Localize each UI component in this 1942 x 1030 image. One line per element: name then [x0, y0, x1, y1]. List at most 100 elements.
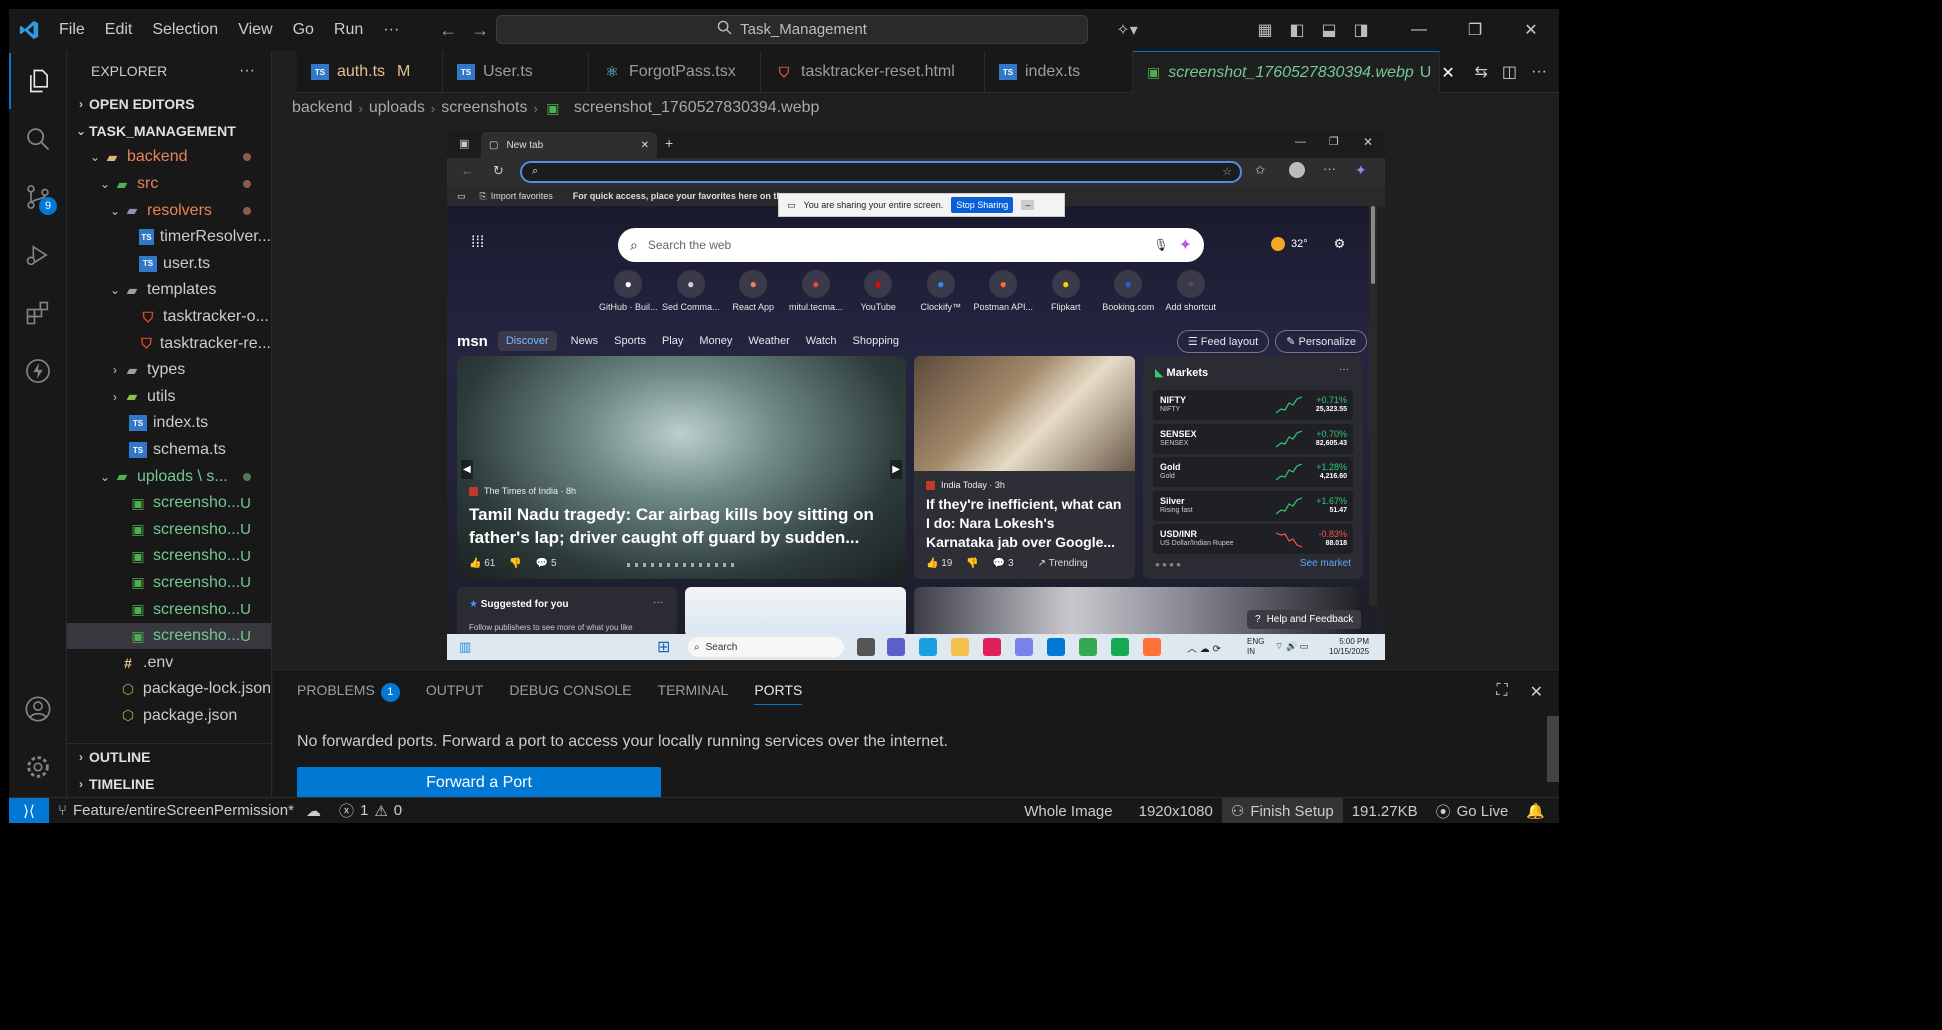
- tree-item-timerresolver[interactable]: TS timerResolver...: [67, 224, 271, 251]
- explorer-more-icon[interactable]: ···: [239, 62, 255, 80]
- thunder-client-activity-icon[interactable]: [9, 343, 67, 399]
- tree-item-screenshot-1[interactable]: ▣ screensho... U: [67, 490, 271, 517]
- tab-index-ts[interactable]: TS index.ts: [985, 51, 1133, 93]
- problems-status[interactable]: ⓧ 1 ⚠ 0: [330, 800, 411, 821]
- menu-view[interactable]: View: [228, 21, 282, 39]
- breadcrumb-item[interactable]: screenshots: [441, 99, 527, 117]
- carousel-dots: [627, 563, 737, 567]
- tab-terminal[interactable]: TERMINAL: [658, 682, 729, 705]
- remote-indicator-icon[interactable]: ⟩⟨: [9, 797, 49, 823]
- teams-icon: [887, 638, 905, 656]
- forward-port-button[interactable]: Forward a Port: [297, 767, 661, 799]
- menu-edit[interactable]: Edit: [95, 21, 143, 39]
- project-root-label: TASK_MANAGEMENT: [89, 122, 236, 139]
- tree-item-user-ts[interactable]: TS user.ts: [67, 251, 271, 278]
- timeline-section[interactable]: › TIMELINE: [67, 771, 271, 797]
- menu-selection[interactable]: Selection: [142, 21, 228, 39]
- tree-item-schema-ts[interactable]: TS schema.ts: [67, 437, 271, 464]
- file-size[interactable]: 191.27KB: [1343, 803, 1427, 820]
- image-dimensions[interactable]: 1920x1080: [1130, 803, 1222, 820]
- breadcrumb-item[interactable]: screenshot_1760527830394.webp: [574, 99, 820, 117]
- tree-item-env[interactable]: # .env: [67, 649, 271, 676]
- tree-item-screenshot-3[interactable]: ▣ screensho... U: [67, 543, 271, 570]
- chevron-right-icon: ›: [79, 750, 83, 765]
- branch-status[interactable]: ⑂ Feature/entireScreenPermission* ☁: [49, 802, 330, 820]
- tree-item-uploads[interactable]: ⌄ ▰ uploads \ s...: [67, 463, 271, 490]
- search-activity-icon[interactable]: [9, 111, 67, 167]
- tree-item-template-1[interactable]: ⛉ tasktracker-o...: [67, 304, 271, 331]
- project-root[interactable]: ⌄ TASK_MANAGEMENT: [67, 118, 271, 145]
- tree-item-types[interactable]: › ▰ types: [67, 357, 271, 384]
- tree-item-screenshot-2[interactable]: ▣ screensho... U: [67, 517, 271, 544]
- source-control-activity-icon[interactable]: 9: [9, 169, 67, 225]
- breadcrumb-item[interactable]: backend: [292, 99, 353, 117]
- toggle-primary-sidebar-icon[interactable]: ◧: [1281, 9, 1313, 51]
- outline-section[interactable]: › OUTLINE: [67, 744, 271, 771]
- split-editor-icon[interactable]: ◫: [1502, 62, 1517, 82]
- broadcast-icon: ⦿: [1435, 803, 1451, 821]
- tree-item-utils[interactable]: › ▰ utils: [67, 384, 271, 411]
- tab-forgotpass[interactable]: ⚛ ForgotPass.tsx: [589, 51, 761, 93]
- menu-more[interactable]: ···: [373, 21, 409, 39]
- tab-debug-console[interactable]: DEBUG CONSOLE: [509, 682, 631, 705]
- status-bar: ⟩⟨ ⑂ Feature/entireScreenPermission* ☁ ⓧ…: [9, 797, 1559, 823]
- tree-item-screenshot-5[interactable]: ▣ screensho... U: [67, 596, 271, 623]
- tab-tasktracker-reset[interactable]: ⛉ tasktracker-reset.html: [761, 51, 985, 93]
- customize-layout-icon[interactable]: ▦: [1249, 9, 1281, 51]
- editor-more-icon[interactable]: ···: [1531, 63, 1547, 81]
- accounts-activity-icon[interactable]: [9, 681, 67, 737]
- notifications-bell-icon[interactable]: 🔔: [1517, 802, 1559, 820]
- breadcrumb-item[interactable]: uploads: [369, 99, 425, 117]
- toggle-panel-icon[interactable]: ⬓: [1313, 9, 1345, 51]
- tree-item-screenshot-4[interactable]: ▣ screensho... U: [67, 570, 271, 597]
- close-panel-icon[interactable]: ✕: [1530, 682, 1543, 702]
- image-file-icon: ▣: [131, 521, 145, 538]
- tree-item-index-ts[interactable]: TS index.ts: [67, 410, 271, 437]
- tree-item-screenshot-6[interactable]: ▣ screensho... U: [67, 622, 271, 650]
- tab-user-ts[interactable]: TS User.ts: [443, 51, 589, 93]
- tree-item-template-2[interactable]: ⛉ tasktracker-re...: [67, 330, 271, 357]
- menu-run[interactable]: Run: [324, 21, 373, 39]
- open-editors-section[interactable]: › OPEN EDITORS: [67, 91, 271, 118]
- back-arrow-icon[interactable]: ←: [439, 20, 457, 41]
- tree-item-package-lock[interactable]: ⬡ package-lock.json: [67, 676, 271, 703]
- tree-item-templates[interactable]: ⌄ ▰ templates: [67, 277, 271, 304]
- chevron-down-icon: ⌄: [109, 203, 121, 218]
- run-debug-activity-icon[interactable]: [9, 227, 67, 283]
- explorer-activity-icon[interactable]: [9, 53, 67, 109]
- tab-auth-ts[interactable]: TS auth.ts M: [297, 51, 443, 93]
- zoom-status[interactable]: Whole Image: [1015, 803, 1121, 820]
- forward-arrow-icon[interactable]: →: [471, 20, 489, 41]
- close-tab-icon[interactable]: ✕: [1441, 63, 1454, 83]
- copilot-icon[interactable]: ✧▾: [1105, 9, 1149, 51]
- extensions-activity-icon[interactable]: [9, 285, 67, 341]
- toggle-secondary-sidebar-icon[interactable]: ◨: [1345, 9, 1377, 51]
- minimize-button[interactable]: —: [1391, 9, 1447, 51]
- finish-setup-button[interactable]: ⚇ Finish Setup: [1221, 798, 1343, 823]
- tab-problems[interactable]: PROBLEMS 1: [297, 682, 400, 705]
- maximize-panel-icon[interactable]: ⛶: [1496, 682, 1507, 702]
- shortcut-tile: ● React App: [722, 270, 785, 312]
- open-changes-icon[interactable]: ⇆: [1474, 62, 1487, 82]
- tab-ports[interactable]: PORTS: [754, 682, 803, 705]
- panel-scrollbar[interactable]: [1547, 716, 1559, 782]
- command-center-search[interactable]: Task_Management: [496, 15, 1088, 44]
- market-value: 51.47: [1329, 506, 1347, 514]
- shortcut-label: Flipkart: [1050, 302, 1081, 312]
- market-value: 88.018: [1325, 540, 1347, 547]
- comment-icon: 💬 3: [992, 558, 1014, 569]
- menu-go[interactable]: Go: [283, 21, 324, 39]
- tab-output[interactable]: OUTPUT: [426, 682, 484, 705]
- menu-file[interactable]: File: [49, 21, 95, 39]
- tree-item-resolvers[interactable]: ⌄ ▰ resolvers: [67, 197, 271, 224]
- go-live-button[interactable]: ⦿ Go Live: [1427, 801, 1518, 822]
- tree-item-src[interactable]: ⌄ ▰ src: [67, 171, 271, 198]
- git-branch-icon: ⑂: [58, 802, 68, 819]
- manage-gear-icon[interactable]: [9, 739, 67, 795]
- close-window-button[interactable]: ✕: [1503, 9, 1559, 51]
- tab-screenshot-webp[interactable]: ▣ screenshot_1760527830394.webp U ✕: [1133, 51, 1455, 93]
- tree-item-package[interactable]: ⬡ package.json: [67, 703, 271, 730]
- restore-button[interactable]: ❐: [1447, 9, 1503, 51]
- tree-item-backend[interactable]: ⌄ ▰ backend: [67, 144, 271, 171]
- chevron-right-icon: ›: [430, 100, 436, 116]
